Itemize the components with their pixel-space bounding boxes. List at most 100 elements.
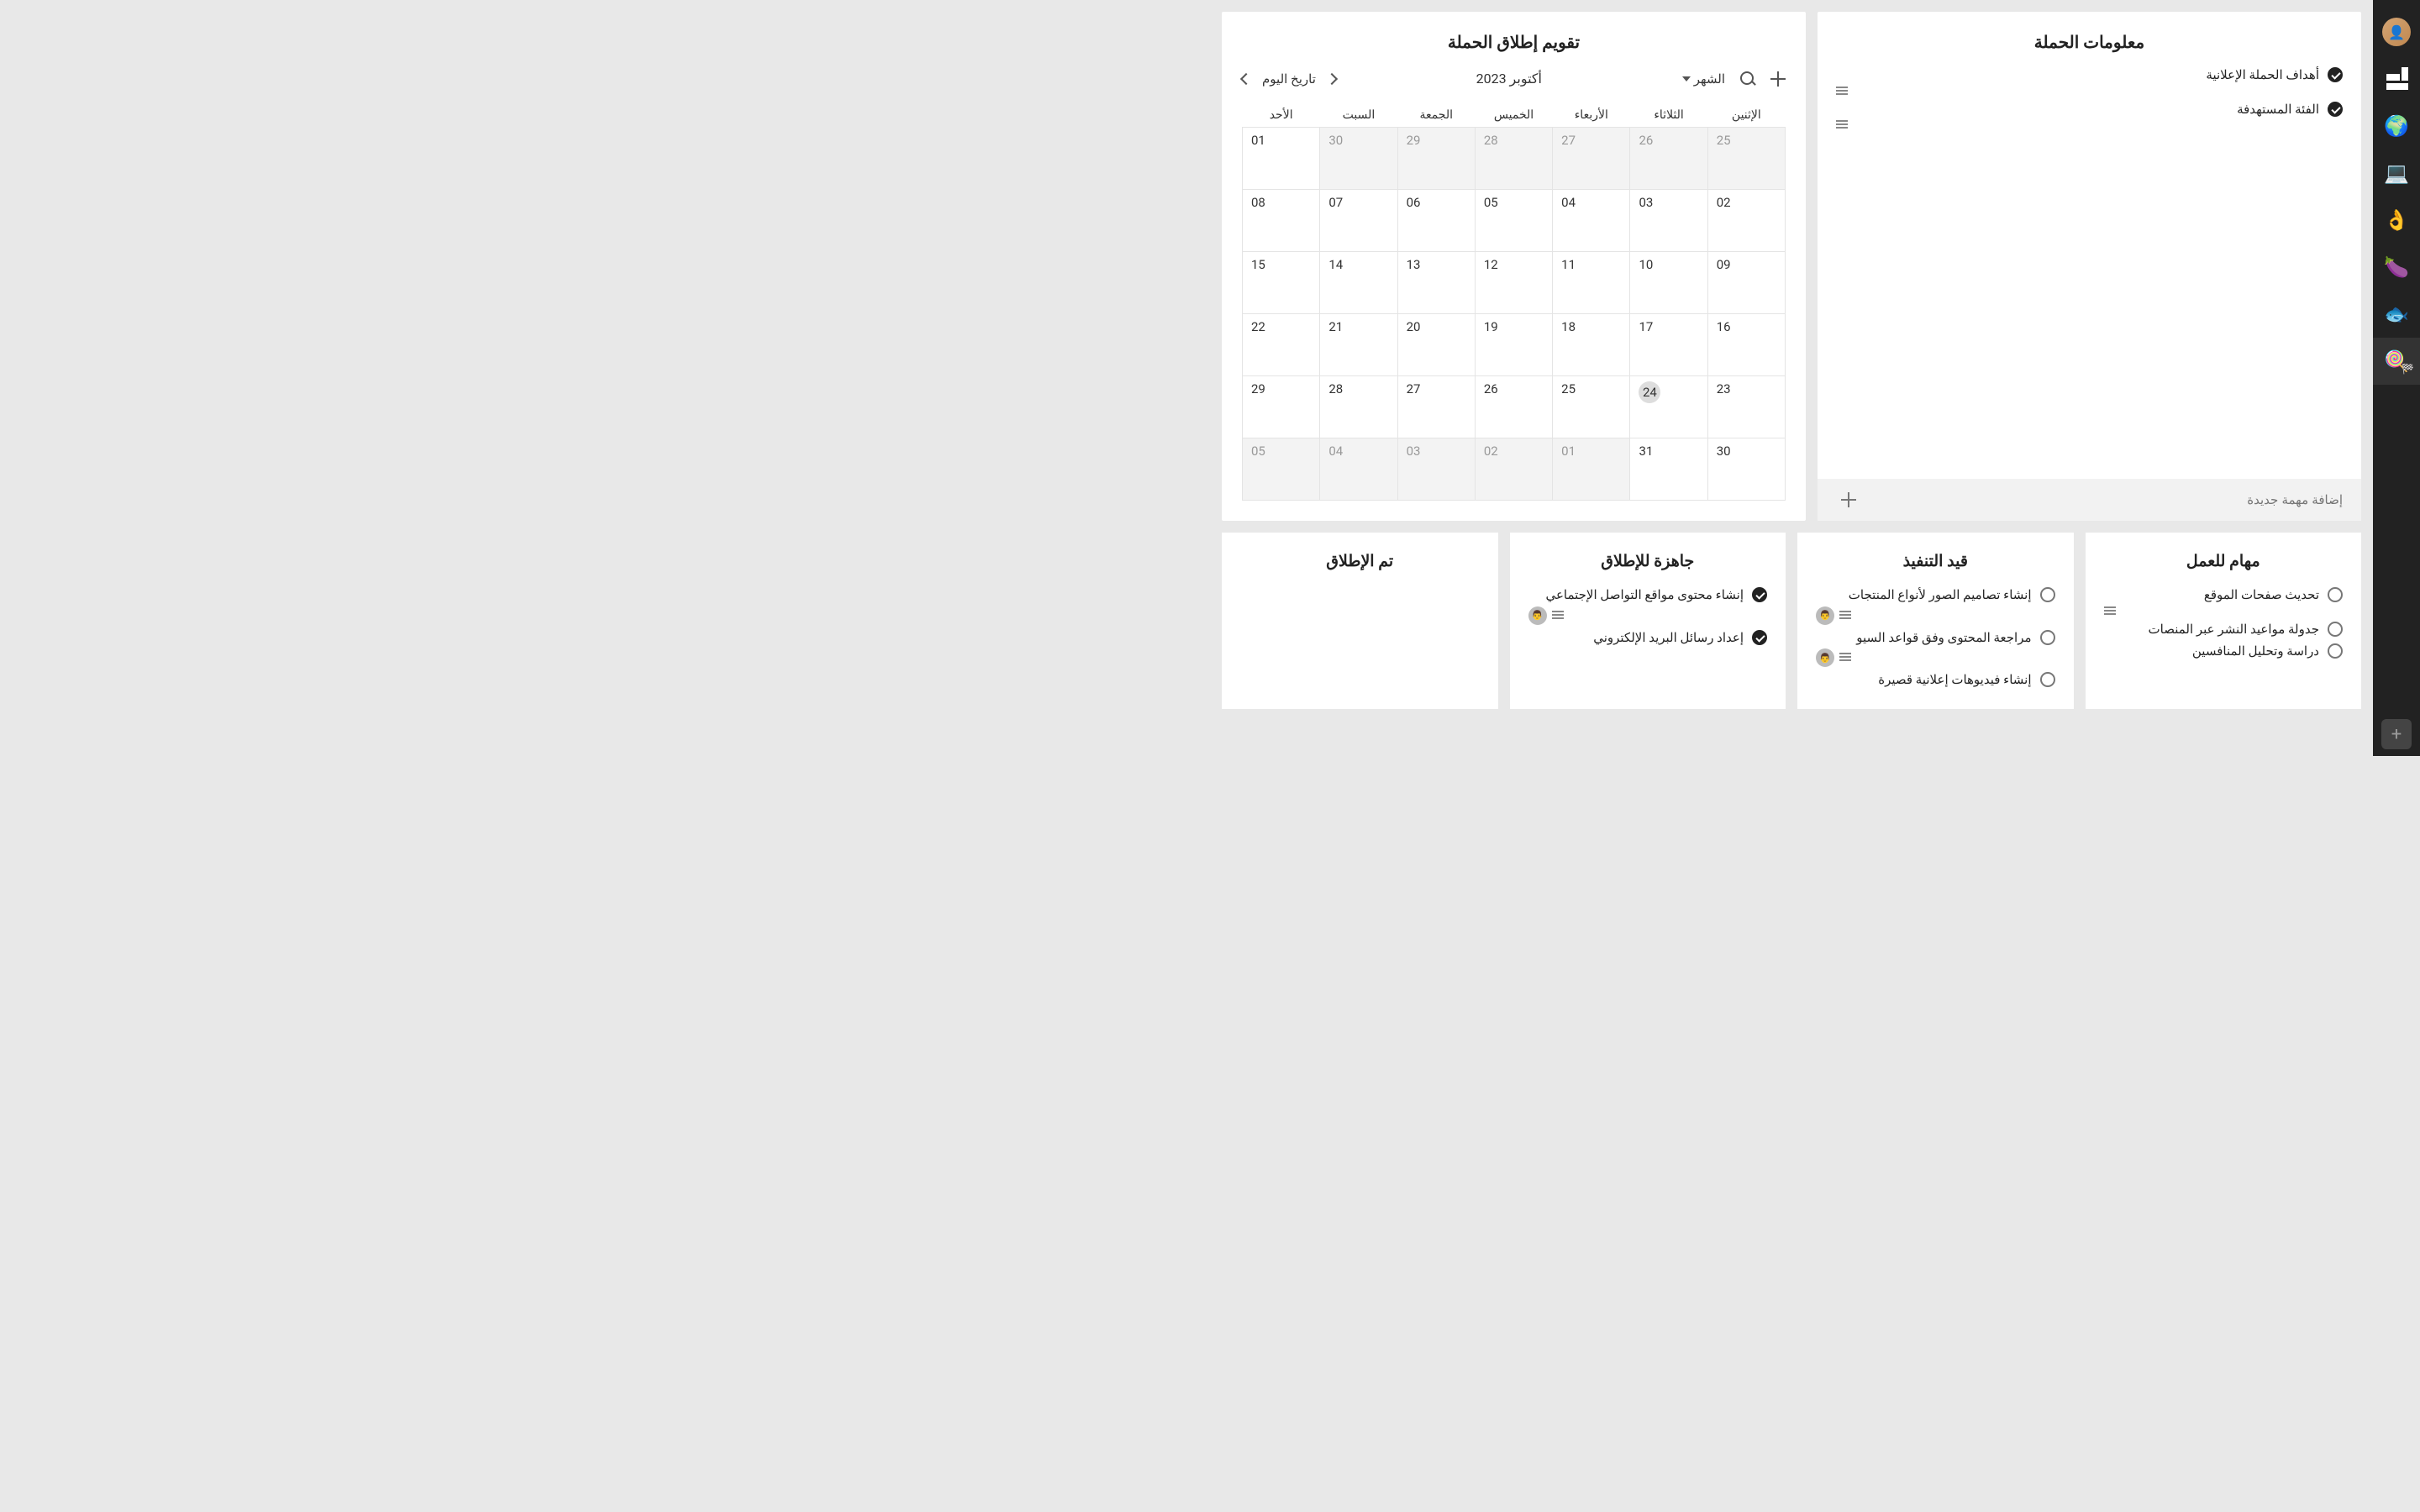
calendar-day[interactable]: 13 xyxy=(1397,252,1475,314)
calendar-day[interactable]: 25 xyxy=(1707,128,1785,190)
calendar-day[interactable]: 03 xyxy=(1397,438,1475,501)
task-item[interactable]: تحديث صفحات الموقع xyxy=(2104,585,2344,617)
column-title: مهام للعمل xyxy=(2104,551,2344,570)
sidebar-laptop[interactable]: 💻 xyxy=(2373,150,2420,197)
calendar-day[interactable]: 20 xyxy=(1397,314,1475,376)
notes-icon xyxy=(1839,611,1851,621)
calendar-day[interactable]: 08 xyxy=(1243,190,1320,252)
view-label: الشهر xyxy=(1694,71,1725,87)
calendar-day[interactable]: 04 xyxy=(1320,438,1397,501)
kanban-column: قيد التنفيذ إنشاء تصاميم الصور لأنواع ال… xyxy=(1797,533,2074,709)
calendar-day[interactable]: 01 xyxy=(1243,128,1320,190)
column-title: جاهزة للإطلاق xyxy=(1528,551,1768,570)
calendar-day[interactable]: 05 xyxy=(1475,190,1552,252)
weekday-header: الثلاثاء xyxy=(1630,103,1707,128)
task-item[interactable]: إنشاء محتوى مواقع التواصل الإجتماعي 👨 xyxy=(1528,585,1768,625)
calendar-next-icon[interactable] xyxy=(1240,72,1252,84)
info-task-list: أهداف الحملة الإعلانية الفئة المستهدفة xyxy=(1818,57,2361,479)
task-checkbox[interactable] xyxy=(2328,67,2343,82)
kanban-column: مهام للعمل تحديث صفحات الموقع جدولة مواع… xyxy=(2086,533,2362,709)
calendar-day[interactable]: 21 xyxy=(1320,314,1397,376)
assignee-avatar: 👨 xyxy=(1816,606,1834,625)
calendar-day[interactable]: 26 xyxy=(1630,128,1707,190)
sidebar-candy[interactable]: 🍭🏁 xyxy=(2373,338,2420,385)
calendar-day[interactable]: 12 xyxy=(1475,252,1552,314)
task-checkbox[interactable] xyxy=(2040,672,2055,687)
calendar-day[interactable]: 09 xyxy=(1707,252,1785,314)
candy-icon: 🍭🏁 xyxy=(2384,349,2409,373)
task-item[interactable]: أهداف الحملة الإعلانية xyxy=(1836,66,2343,97)
calendar-day[interactable]: 19 xyxy=(1475,314,1552,376)
calendar-day[interactable]: 29 xyxy=(1397,128,1475,190)
weekday-header: السبت xyxy=(1320,103,1397,128)
calendar-title: تقويم إطلاق الحملة xyxy=(1242,32,1786,57)
info-title: معلومات الحملة xyxy=(1818,12,2361,57)
calendar-day[interactable]: 22 xyxy=(1243,314,1320,376)
task-item[interactable]: إنشاء تصاميم الصور لأنواع المنتجات 👨 xyxy=(1816,585,2055,625)
calendar-day[interactable]: 27 xyxy=(1397,376,1475,438)
calendar-day[interactable]: 02 xyxy=(1475,438,1552,501)
task-checkbox[interactable] xyxy=(1752,630,1767,645)
calendar-day[interactable]: 15 xyxy=(1243,252,1320,314)
calendar-day[interactable]: 25 xyxy=(1553,376,1630,438)
task-item[interactable]: الفئة المستهدفة xyxy=(1836,100,2343,131)
search-icon[interactable] xyxy=(1740,71,1755,87)
calendar-day[interactable]: 29 xyxy=(1243,376,1320,438)
calendar-day[interactable]: 11 xyxy=(1553,252,1630,314)
chevron-down-icon xyxy=(1682,76,1691,81)
task-item[interactable]: إنشاء فيديوهات إعلانية قصيرة xyxy=(1816,670,2055,690)
task-title: جدولة مواعيد النشر عبر المنصات xyxy=(2104,620,2320,639)
task-title: إعداد رسائل البريد الإلكتروني xyxy=(1528,628,1744,648)
laptop-icon: 💻 xyxy=(2384,161,2409,185)
calendar-day[interactable]: 03 xyxy=(1630,190,1707,252)
notes-icon xyxy=(2104,606,2116,617)
avatar-icon: 👤 xyxy=(2382,18,2411,46)
calendar-add-icon[interactable] xyxy=(1770,71,1786,87)
calendar-view-select[interactable]: الشهر xyxy=(1682,71,1725,87)
calendar-day[interactable]: 28 xyxy=(1475,128,1552,190)
sidebar-ok[interactable]: 👌 xyxy=(2373,197,2420,244)
sidebar-eggplant[interactable]: 🍆 xyxy=(2373,244,2420,291)
sidebar-add-button[interactable]: + xyxy=(2381,719,2412,749)
today-button[interactable]: تاريخ اليوم xyxy=(1262,71,1316,87)
task-checkbox[interactable] xyxy=(2040,587,2055,602)
calendar-day[interactable]: 31 xyxy=(1630,438,1707,501)
calendar-day[interactable]: 27 xyxy=(1553,128,1630,190)
calendar-day[interactable]: 05 xyxy=(1243,438,1320,501)
calendar-day[interactable]: 18 xyxy=(1553,314,1630,376)
sidebar-avatar[interactable]: 👤 xyxy=(2373,8,2420,55)
task-item[interactable]: إعداد رسائل البريد الإلكتروني xyxy=(1528,628,1768,648)
task-checkbox[interactable] xyxy=(2040,630,2055,645)
sidebar-fish[interactable]: 🐟 xyxy=(2373,291,2420,338)
task-checkbox[interactable] xyxy=(2328,102,2343,117)
task-item[interactable]: جدولة مواعيد النشر عبر المنصات xyxy=(2104,620,2344,639)
sidebar-globe[interactable]: 🌍 xyxy=(2373,102,2420,150)
calendar-day[interactable]: 30 xyxy=(1320,128,1397,190)
calendar-day[interactable]: 23 xyxy=(1707,376,1785,438)
calendar-day[interactable]: 26 xyxy=(1475,376,1552,438)
calendar-day[interactable]: 17 xyxy=(1630,314,1707,376)
add-task-plus-icon[interactable] xyxy=(1841,492,1856,507)
calendar-day[interactable]: 04 xyxy=(1553,190,1630,252)
add-task-input[interactable] xyxy=(1866,493,2343,507)
column-title: تم الإطلاق xyxy=(1240,551,1480,570)
calendar-day[interactable]: 28 xyxy=(1320,376,1397,438)
calendar-prev-icon[interactable] xyxy=(1326,72,1338,84)
calendar-day[interactable]: 10 xyxy=(1630,252,1707,314)
calendar-day[interactable]: 30 xyxy=(1707,438,1785,501)
sidebar-logo[interactable] xyxy=(2373,55,2420,102)
calendar-day[interactable]: 24 xyxy=(1630,376,1707,438)
task-checkbox[interactable] xyxy=(2328,643,2343,659)
task-checkbox[interactable] xyxy=(1752,587,1767,602)
task-checkbox[interactable] xyxy=(2328,622,2343,637)
task-item[interactable]: مراجعة المحتوى وفق قواعد السيو 👨 xyxy=(1816,628,2055,668)
task-item[interactable]: دراسة وتحليل المنافسين xyxy=(2104,642,2344,661)
calendar-day[interactable]: 01 xyxy=(1553,438,1630,501)
calendar-day[interactable]: 07 xyxy=(1320,190,1397,252)
calendar-day[interactable]: 16 xyxy=(1707,314,1785,376)
calendar-day[interactable]: 02 xyxy=(1707,190,1785,252)
weekday-header: الأربعاء xyxy=(1553,103,1630,128)
calendar-day[interactable]: 14 xyxy=(1320,252,1397,314)
calendar-day[interactable]: 06 xyxy=(1397,190,1475,252)
task-checkbox[interactable] xyxy=(2328,587,2343,602)
